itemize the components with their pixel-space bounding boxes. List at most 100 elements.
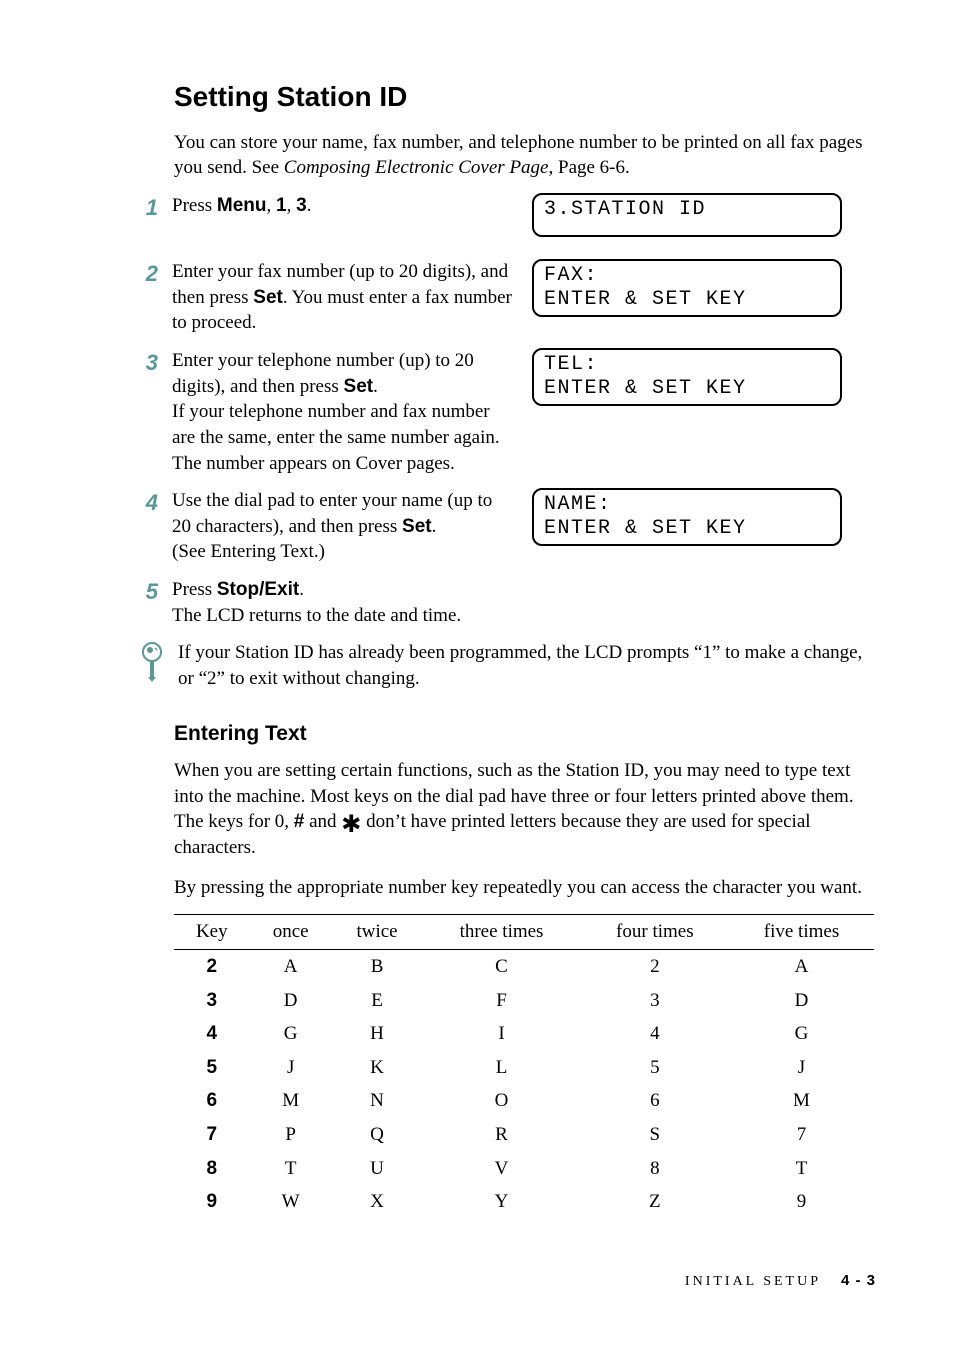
char-cell: A bbox=[250, 949, 332, 983]
char-cell: Q bbox=[332, 1118, 423, 1152]
table-row: 2ABC2A bbox=[174, 949, 874, 983]
footer-section: INITIAL SETUP bbox=[685, 1274, 821, 1289]
step-text: Press Menu, 1, 3. bbox=[172, 193, 512, 219]
char-cell: B bbox=[332, 949, 423, 983]
char-cell: C bbox=[422, 949, 580, 983]
char-cell: T bbox=[729, 1152, 874, 1186]
table-row: 8TUV8T bbox=[174, 1152, 874, 1186]
char-cell: O bbox=[422, 1084, 580, 1118]
text-run: . bbox=[307, 195, 312, 216]
text-run: . bbox=[432, 516, 437, 537]
char-cell: N bbox=[332, 1084, 423, 1118]
page-footer: INITIAL SETUP 4 - 3 bbox=[685, 1271, 876, 1292]
table-header: Key bbox=[174, 915, 250, 950]
key-label: Set bbox=[344, 376, 374, 397]
step: 1Press Menu, 1, 3.3.STATION ID bbox=[78, 193, 876, 247]
step-text: Enter your fax number (up to 20 digits),… bbox=[172, 259, 512, 336]
step-body: Enter your fax number (up to 20 digits),… bbox=[172, 259, 876, 336]
lcd-column: FAX: ENTER & SET KEY bbox=[532, 259, 842, 327]
char-cell: G bbox=[250, 1017, 332, 1051]
char-cell: W bbox=[250, 1185, 332, 1219]
char-cell: F bbox=[422, 984, 580, 1018]
et-p1-b: and bbox=[304, 811, 341, 832]
key-cell: 6 bbox=[174, 1084, 250, 1118]
table-header: once bbox=[250, 915, 332, 950]
char-cell: 5 bbox=[581, 1051, 729, 1085]
section-heading: Setting Station ID bbox=[174, 78, 876, 116]
text-run: , bbox=[287, 195, 297, 216]
table-header: four times bbox=[581, 915, 729, 950]
text-run: Use the dial pad to enter your name (up … bbox=[172, 490, 492, 537]
text-run: Press bbox=[172, 195, 217, 216]
key-cell: 2 bbox=[174, 949, 250, 983]
char-cell: D bbox=[250, 984, 332, 1018]
step-text: Press Stop/Exit.The LCD returns to the d… bbox=[172, 577, 772, 628]
lcd-display: NAME: ENTER & SET KEY bbox=[532, 488, 842, 546]
char-cell: R bbox=[422, 1118, 580, 1152]
lcd-column: 3.STATION ID bbox=[532, 193, 842, 247]
text-run: , bbox=[266, 195, 276, 216]
table-row: 7PQRS7 bbox=[174, 1118, 874, 1152]
char-cell: S bbox=[581, 1118, 729, 1152]
text-run: (See Entering Text.) bbox=[172, 541, 325, 562]
char-cell: H bbox=[332, 1017, 423, 1051]
table-row: 5JKL5J bbox=[174, 1051, 874, 1085]
char-cell: K bbox=[332, 1051, 423, 1085]
entering-text-p2: By pressing the appropriate number key r… bbox=[174, 875, 876, 901]
step-number: 4 bbox=[140, 488, 158, 518]
step-text: Enter your telephone number (up) to 20 d… bbox=[172, 348, 512, 476]
key-label: 1 bbox=[276, 195, 287, 216]
char-cell: Y bbox=[422, 1185, 580, 1219]
table-row: 3DEF3D bbox=[174, 984, 874, 1018]
key-cell: 3 bbox=[174, 984, 250, 1018]
table-header: twice bbox=[332, 915, 423, 950]
step-body: Enter your telephone number (up) to 20 d… bbox=[172, 348, 876, 476]
key-table: Keyoncetwicethree timesfour timesfive ti… bbox=[174, 914, 874, 1219]
char-cell: 2 bbox=[581, 949, 729, 983]
lcd-display: FAX: ENTER & SET KEY bbox=[532, 259, 842, 317]
step-number: 3 bbox=[140, 348, 158, 378]
char-cell: D bbox=[729, 984, 874, 1018]
char-cell: 3 bbox=[581, 984, 729, 1018]
char-cell: M bbox=[250, 1084, 332, 1118]
table-header: five times bbox=[729, 915, 874, 950]
step: 4 Use the dial pad to enter your name (up… bbox=[78, 488, 876, 565]
intro-text-b: , Page 6-6. bbox=[549, 157, 630, 178]
char-cell: 4 bbox=[581, 1017, 729, 1051]
key-cell: 5 bbox=[174, 1051, 250, 1085]
char-cell: 8 bbox=[581, 1152, 729, 1186]
char-cell: T bbox=[250, 1152, 332, 1186]
char-cell: M bbox=[729, 1084, 874, 1118]
char-cell: I bbox=[422, 1017, 580, 1051]
text-run: Enter your telephone number (up) to 20 d… bbox=[172, 350, 474, 397]
char-cell: 7 bbox=[729, 1118, 874, 1152]
note-icon bbox=[140, 642, 164, 690]
key-cell: 4 bbox=[174, 1017, 250, 1051]
lcd-display: 3.STATION ID bbox=[532, 193, 842, 237]
char-cell: X bbox=[332, 1185, 423, 1219]
key-label: 3 bbox=[296, 195, 307, 216]
key-label: Set bbox=[253, 287, 283, 308]
note-text: If your Station ID has already been prog… bbox=[178, 640, 876, 691]
step-body: Use the dial pad to enter your name (up … bbox=[172, 488, 876, 565]
step: 2 Enter your fax number (up to 20 digits)… bbox=[78, 259, 876, 336]
hash-key: # bbox=[294, 811, 305, 832]
char-cell: Z bbox=[581, 1185, 729, 1219]
intro-xref: Composing Electronic Cover Page bbox=[284, 157, 549, 178]
step-body: Press Stop/Exit.The LCD returns to the d… bbox=[172, 577, 876, 628]
intro-paragraph: You can store your name, fax number, and… bbox=[174, 130, 876, 181]
char-cell: 6 bbox=[581, 1084, 729, 1118]
char-cell: P bbox=[250, 1118, 332, 1152]
step: 3 Enter your telephone number (up) to 20 … bbox=[78, 348, 876, 476]
char-cell: 9 bbox=[729, 1185, 874, 1219]
step-number: 2 bbox=[140, 259, 158, 289]
steps-list: 1Press Menu, 1, 3.3.STATION ID2Enter you… bbox=[78, 193, 876, 628]
footer-page-number: 4 - 3 bbox=[841, 1272, 876, 1289]
lcd-column: NAME: ENTER & SET KEY bbox=[532, 488, 842, 556]
text-run: If your telephone number and fax number … bbox=[172, 401, 500, 473]
char-cell: U bbox=[332, 1152, 423, 1186]
table-row: 4GHI4G bbox=[174, 1017, 874, 1051]
step-number: 1 bbox=[140, 193, 158, 223]
char-cell: E bbox=[332, 984, 423, 1018]
key-cell: 9 bbox=[174, 1185, 250, 1219]
